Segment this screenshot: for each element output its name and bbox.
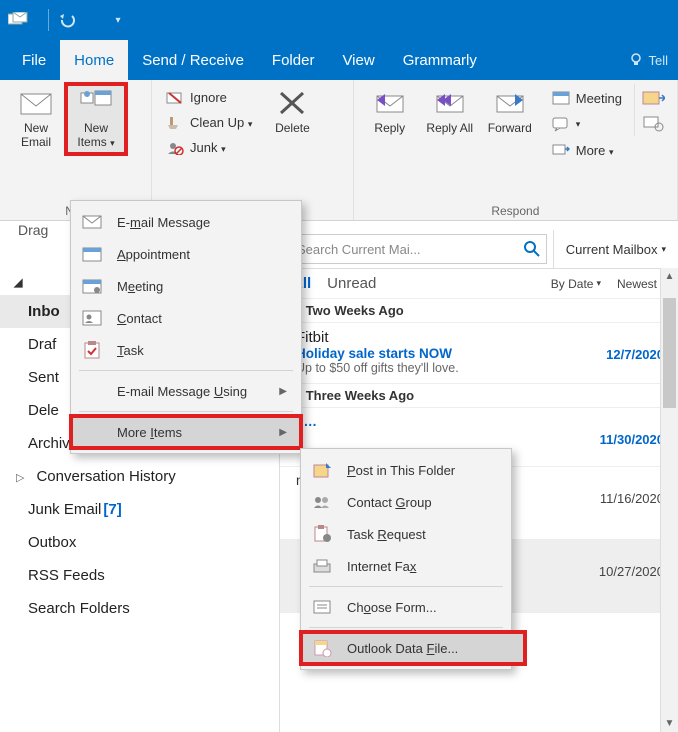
group-three-weeks-ago[interactable]: ◢ Three Weeks Ago (280, 384, 678, 408)
sort-by-date[interactable]: By Date ▾ (551, 277, 601, 291)
menu-task[interactable]: Task (71, 334, 301, 366)
menu-post-in-folder[interactable]: Post in This Folder (301, 454, 525, 486)
meeting-button[interactable]: Meeting (548, 88, 626, 108)
tab-grammarly[interactable]: Grammarly (389, 40, 491, 80)
envelope-icon (19, 88, 53, 118)
submenu-arrow-icon: ▶ (279, 427, 287, 438)
reply-icon (373, 88, 407, 118)
search-scope-select[interactable]: Current Mailbox▾ (553, 230, 678, 268)
more-icon (552, 142, 570, 158)
menu-meeting[interactable]: Meeting (71, 270, 301, 302)
contact-icon (81, 308, 103, 328)
menu-internet-fax[interactable]: Internet Fax (301, 550, 525, 582)
task-request-icon (311, 524, 333, 544)
message-item[interactable]: Fitbit Holiday sale starts NOW Up to $50… (280, 323, 678, 384)
task-icon (81, 340, 103, 360)
clean-up-button[interactable]: Clean Up ▾ (162, 113, 256, 132)
broom-icon (166, 116, 184, 130)
folder-outbox[interactable]: Outbox (0, 526, 279, 559)
sort-newest[interactable]: Newest ↓ (617, 277, 666, 291)
fax-icon (311, 556, 333, 576)
forward-icon (493, 88, 527, 118)
rules-icon[interactable] (641, 114, 665, 132)
menu-task-request[interactable]: Task Request (301, 518, 525, 550)
ribbon-tabs: File Home Send / Receive Folder View Gra… (0, 40, 678, 80)
scrollbar[interactable]: ▲ ▼ (660, 268, 678, 732)
menu-contact-group[interactable]: Contact Group (301, 486, 525, 518)
folder-junk-email[interactable]: Junk Email[7] (0, 493, 279, 526)
delete-button[interactable]: Delete (262, 84, 322, 140)
tab-folder[interactable]: Folder (258, 40, 329, 80)
menu-contact[interactable]: Contact (71, 302, 301, 334)
menu-email-using[interactable]: E-mail Message Using ▶ (71, 375, 301, 407)
new-email-button[interactable]: New Email (6, 84, 66, 154)
reply-all-button[interactable]: Reply All (420, 84, 480, 140)
menu-more-items[interactable]: More Items ▶ (71, 416, 301, 448)
reply-all-icon (433, 88, 467, 118)
im-button[interactable]: ▾ (548, 114, 626, 134)
menu-email-message[interactable]: E-mail Message (71, 206, 301, 238)
folder-rss-feeds[interactable]: RSS Feeds (0, 559, 279, 592)
app-icon (8, 11, 30, 29)
group-icon (311, 492, 333, 512)
collapse-caret-icon: ◢ (14, 276, 22, 289)
lightbulb-icon (628, 52, 644, 68)
scroll-up-icon[interactable]: ▲ (661, 268, 678, 285)
tab-file[interactable]: File (8, 40, 60, 80)
ignore-button[interactable]: Ignore (162, 88, 256, 107)
tell-me[interactable]: Tell (628, 40, 678, 80)
reply-button[interactable]: Reply (360, 84, 420, 140)
tab-home[interactable]: Home (60, 40, 128, 80)
forward-button[interactable]: Forward (480, 84, 540, 140)
ignore-icon (166, 91, 184, 105)
folder-search-folders[interactable]: Search Folders (0, 592, 279, 625)
group-two-weeks-ago[interactable]: ◢ Two Weeks Ago (280, 299, 678, 323)
submenu-more-items: Post in This Folder Contact Group Task R… (300, 448, 512, 670)
scroll-thumb[interactable] (663, 298, 676, 408)
menu-choose-form[interactable]: Choose Form... (301, 591, 525, 623)
envelope-icon (81, 212, 103, 232)
delete-x-icon (275, 88, 309, 118)
menu-new-items: E-mail Message Appointment Meeting Conta… (70, 200, 302, 454)
scroll-down-icon[interactable]: ▼ (661, 715, 678, 732)
meeting-icon (81, 276, 103, 296)
new-items-icon (79, 88, 113, 118)
post-icon (311, 460, 333, 480)
move-icon[interactable] (641, 88, 665, 106)
blocked-user-icon (166, 141, 184, 155)
submenu-arrow-icon: ▶ (279, 386, 287, 397)
folder-conversation-history[interactable]: ▷Conversation History (0, 460, 279, 493)
group-label-respond: Respond (360, 202, 671, 218)
form-icon (311, 597, 333, 617)
junk-button[interactable]: Junk ▾ (162, 138, 256, 157)
undo-icon[interactable] (57, 11, 79, 29)
more-respond-button[interactable]: More ▾ (548, 140, 626, 160)
menu-appointment[interactable]: Appointment (71, 238, 301, 270)
calendar-icon (81, 244, 103, 264)
search-input[interactable]: Search Current Mai... (290, 234, 547, 264)
tab-view[interactable]: View (328, 40, 388, 80)
data-file-icon (311, 638, 333, 658)
qat-customize-icon[interactable]: ▾ (107, 11, 129, 29)
filter-unread[interactable]: Unread (327, 275, 376, 292)
im-icon (552, 116, 570, 132)
quick-access-toolbar: ▾ (0, 0, 678, 40)
tab-send-receive[interactable]: Send / Receive (128, 40, 258, 80)
menu-outlook-data-file[interactable]: Outlook Data File... (301, 632, 525, 664)
new-items-button[interactable]: New Items ▾ (66, 84, 126, 154)
calendar-icon (552, 90, 570, 106)
search-icon[interactable] (524, 241, 540, 257)
